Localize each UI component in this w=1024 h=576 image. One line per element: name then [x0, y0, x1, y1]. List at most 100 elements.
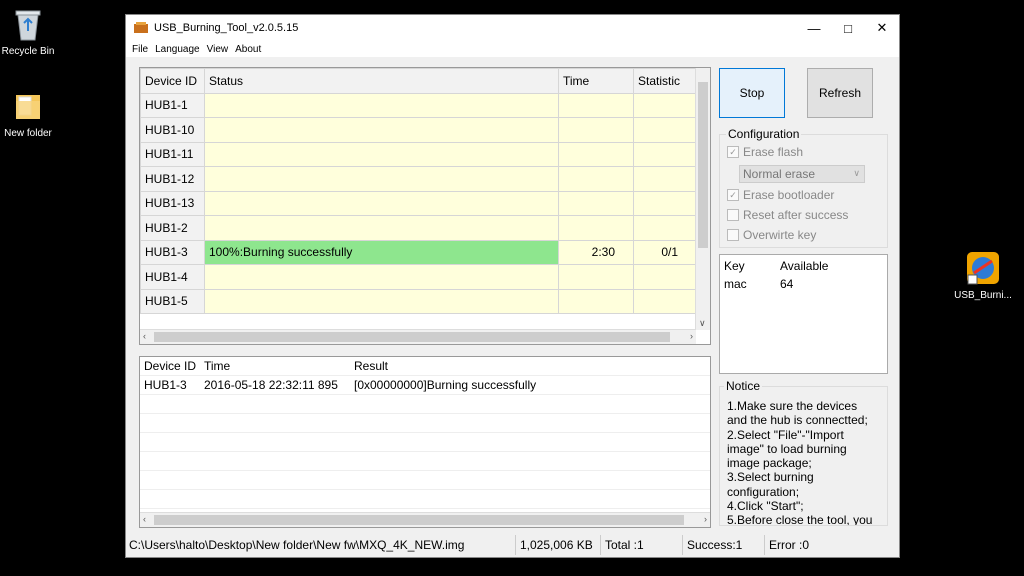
status-cell: [204, 288, 559, 314]
status-cell: [204, 264, 559, 290]
device-table-vertical-scrollbar[interactable]: ∨: [695, 68, 710, 330]
device-id-cell: HUB1-1: [140, 92, 205, 118]
time-cell: [558, 166, 634, 192]
scroll-down-icon[interactable]: ∨: [699, 318, 706, 329]
time-cell: [558, 190, 634, 216]
close-button[interactable]: ✕: [865, 15, 899, 41]
erase-mode-select[interactable]: Normal erase ∨: [739, 165, 865, 183]
notice-label: Notice: [724, 379, 763, 393]
time-cell: [558, 141, 634, 167]
key-row[interactable]: mac 64: [720, 275, 887, 293]
table-row[interactable]: HUB1-11: [140, 141, 697, 167]
scroll-left-icon[interactable]: ‹: [143, 514, 146, 524]
maximize-button[interactable]: □: [831, 15, 865, 41]
col-status[interactable]: Status: [204, 68, 559, 94]
device-id-cell: HUB1-11: [140, 141, 205, 167]
time-cell: [558, 92, 634, 118]
table-row[interactable]: HUB1-5: [140, 288, 697, 314]
overwrite-key-checkbox[interactable]: Overwirte key: [727, 225, 816, 245]
key-table[interactable]: Key Available mac 64: [719, 254, 888, 374]
device-table-header: Device ID Status Time Statistic: [140, 68, 697, 94]
status-cell-success: 100%:Burning successfully: [204, 239, 559, 265]
device-id-cell: HUB1-13: [140, 190, 205, 216]
status-bar: C:\Users\halto\Desktop\New folder\New fw…: [126, 533, 899, 557]
status-cell: [204, 117, 559, 143]
log-row-empty: [140, 432, 710, 452]
time-cell: [558, 288, 634, 314]
time-cell: [558, 215, 634, 241]
recycle-bin-icon: [10, 6, 46, 42]
statistic-cell: [633, 166, 697, 192]
desktop-icon-recycle-bin[interactable]: Recycle Bin: [0, 6, 63, 57]
key-name: mac: [724, 277, 747, 291]
window-title: USB_Burning_Tool_v2.0.5.15: [154, 22, 299, 34]
device-id-cell: HUB1-5: [140, 288, 205, 314]
title-bar[interactable]: USB_Burning_Tool_v2.0.5.15 — □ ✕: [126, 15, 899, 41]
app-window: USB_Burning_Tool_v2.0.5.15 — □ ✕ File La…: [125, 14, 900, 558]
erase-flash-checkbox[interactable]: ✓ Erase flash: [727, 142, 803, 162]
desktop-icon-new-folder[interactable]: New folder: [0, 88, 63, 139]
key-available: 64: [780, 277, 794, 291]
col-available[interactable]: Available: [780, 259, 840, 273]
table-row[interactable]: HUB1-13: [140, 190, 697, 216]
table-row[interactable]: HUB1-12: [140, 166, 697, 192]
reset-after-success-checkbox[interactable]: Reset after success: [727, 205, 848, 225]
log-row-empty: [140, 413, 710, 433]
key-table-header: Key Available: [720, 257, 887, 275]
col-device-id[interactable]: Device ID: [140, 68, 205, 94]
minimize-icon: —: [807, 20, 821, 36]
log-table-horizontal-scrollbar[interactable]: ‹ ›: [140, 512, 710, 527]
device-table-horizontal-scrollbar[interactable]: ‹ ›: [140, 329, 696, 344]
image-path: C:\Users\halto\Desktop\New folder\New fw…: [126, 535, 516, 555]
device-id-cell: HUB1-2: [140, 215, 205, 241]
scroll-right-icon[interactable]: ›: [690, 331, 693, 341]
notice-text: 1.Make sure the devices and the hub is c…: [727, 399, 873, 526]
log-row-empty: [140, 470, 710, 490]
desktop-icon-usb-burning-shortcut[interactable]: USB_Burni...: [948, 250, 1018, 301]
checkmark-icon: ✓: [727, 146, 739, 158]
log-col-time[interactable]: Time: [200, 357, 350, 376]
log-col-result[interactable]: Result: [350, 357, 710, 376]
log-table[interactable]: Device ID Time Result HUB1-3 2016-05-18 …: [139, 356, 711, 528]
col-key[interactable]: Key: [720, 259, 780, 273]
erase-flash-label: Erase flash: [743, 145, 804, 159]
horizontal-scroll-thumb[interactable]: [154, 332, 670, 342]
empty-checkbox-icon: [727, 229, 739, 241]
menu-about[interactable]: About: [233, 44, 266, 55]
col-statistic[interactable]: Statistic: [633, 68, 697, 94]
configuration-group: Configuration ✓ Erase flash Normal erase…: [719, 127, 888, 248]
time-cell: [558, 117, 634, 143]
table-row[interactable]: HUB1-4: [140, 264, 697, 290]
reset-after-success-label: Reset after success: [743, 208, 849, 222]
minimize-button[interactable]: —: [797, 15, 831, 41]
stop-button[interactable]: Stop: [719, 68, 785, 118]
col-time[interactable]: Time: [558, 68, 634, 94]
status-cell: [204, 215, 559, 241]
total-count: Total :1: [601, 535, 683, 555]
device-id-cell: HUB1-10: [140, 117, 205, 143]
overwrite-key-label: Overwirte key: [743, 228, 817, 242]
menu-file[interactable]: File: [130, 44, 153, 55]
device-table[interactable]: Device ID Status Time Statistic HUB1-1 H…: [139, 67, 711, 345]
table-row-active[interactable]: HUB1-3 100%:Burning successfully 2:30 0/…: [140, 239, 697, 265]
app-icon: [134, 22, 148, 33]
device-id-cell: HUB1-12: [140, 166, 205, 192]
log-device-id: HUB1-3: [140, 375, 200, 395]
table-row[interactable]: HUB1-1: [140, 92, 697, 118]
horizontal-scroll-thumb[interactable]: [154, 515, 684, 525]
refresh-button[interactable]: Refresh: [807, 68, 873, 118]
menu-language[interactable]: Language: [153, 44, 205, 55]
log-col-device-id[interactable]: Device ID: [140, 357, 200, 376]
scroll-left-icon[interactable]: ‹: [143, 331, 146, 341]
vertical-scroll-thumb[interactable]: [698, 82, 708, 248]
log-row[interactable]: HUB1-3 2016-05-18 22:32:11 895 [0x000000…: [140, 375, 710, 395]
status-cell: [204, 166, 559, 192]
scroll-right-icon[interactable]: ›: [704, 514, 707, 524]
table-row[interactable]: HUB1-10: [140, 117, 697, 143]
menu-view[interactable]: View: [205, 44, 234, 55]
statistic-cell: [633, 215, 697, 241]
new-folder-label: New folder: [4, 128, 52, 139]
table-row[interactable]: HUB1-2: [140, 215, 697, 241]
maximize-icon: □: [844, 20, 852, 36]
erase-bootloader-checkbox[interactable]: ✓ Erase bootloader: [727, 185, 834, 205]
